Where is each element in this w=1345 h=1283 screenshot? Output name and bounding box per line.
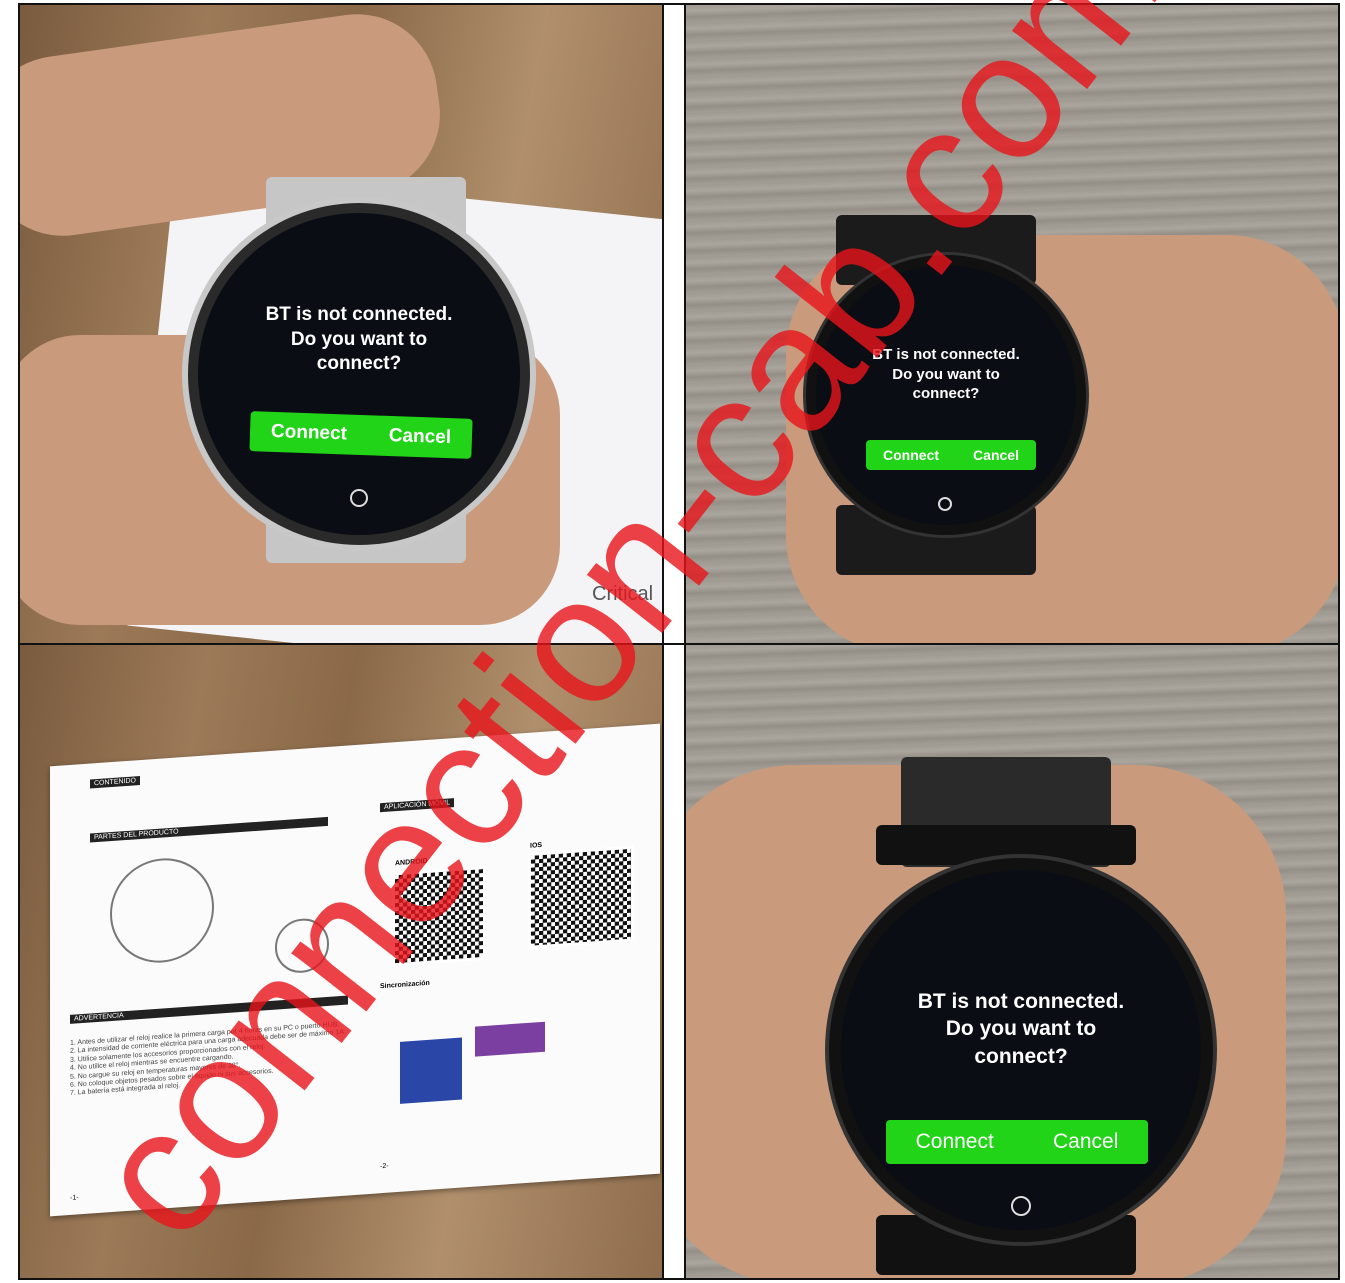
page-number-right: -2- xyxy=(380,1162,389,1171)
connect-button[interactable]: Connect xyxy=(883,447,939,463)
cancel-button[interactable]: Cancel xyxy=(388,425,451,449)
home-icon[interactable] xyxy=(938,497,952,511)
photo-black-watch-small: BT is not connected. Do you want to conn… xyxy=(686,5,1338,643)
ios-label: IOS xyxy=(530,841,543,850)
sincronizacion-label: Sincronización xyxy=(380,979,430,991)
home-icon[interactable] xyxy=(1011,1196,1031,1216)
watch-diagram xyxy=(110,854,214,967)
manual-warning-text: 1. Antes de utilizar el reloj realice la… xyxy=(70,1021,346,1098)
paper-critical-text: Critical xyxy=(592,583,654,605)
bt-message: BT is not connected. Do you want to conn… xyxy=(917,990,1125,1068)
button-bar: Connect Cancel xyxy=(249,411,473,459)
manual-booklet: CONTENIDO PARTES DEL PRODUCTO ADVERTENCI… xyxy=(50,723,660,1217)
connect-button[interactable]: Connect xyxy=(916,1130,994,1154)
watch-screen: BT is not connected. Do you want to conn… xyxy=(198,213,520,535)
photo-silver-watch: Critical BT is not connected. Do you wan… xyxy=(20,5,662,643)
button-bar: Connect Cancel xyxy=(886,1120,1148,1164)
cancel-button[interactable]: Cancel xyxy=(973,447,1019,463)
watch-lug xyxy=(876,825,1136,865)
button-bar: Connect Cancel xyxy=(866,440,1036,470)
photo-manual: CONTENIDO PARTES DEL PRODUCTO ADVERTENCI… xyxy=(20,645,662,1278)
app-icon xyxy=(400,1037,462,1104)
grid-divider-horizontal xyxy=(20,643,1338,645)
bt-message: BT is not connected. Do you want to conn… xyxy=(265,304,453,375)
photo-black-watch-large: BT is not connected. Do you want to conn… xyxy=(686,645,1338,1278)
android-label: ANDROID xyxy=(395,857,428,868)
cancel-button[interactable]: Cancel xyxy=(1053,1130,1118,1154)
home-icon[interactable] xyxy=(350,489,368,507)
watch-screen: BT is not connected. Do you want to conn… xyxy=(816,265,1076,525)
watch-back-diagram xyxy=(275,916,329,975)
grid-divider-vertical xyxy=(662,5,686,1278)
manual-partes: PARTES DEL PRODUCTO xyxy=(90,816,328,843)
manual-contenido: CONTENIDO xyxy=(90,776,140,789)
app-screenshot xyxy=(475,1021,545,1057)
connect-button[interactable]: Connect xyxy=(271,421,348,446)
bt-message: BT is not connected. Do you want to conn… xyxy=(872,346,1020,402)
manual-aplicacion: APLICACIÓN MÓVIL xyxy=(380,798,455,813)
manual-advertencia: ADVERTENCIA xyxy=(70,995,348,1024)
page-number-left: -1- xyxy=(70,1194,79,1202)
ios-qr-code xyxy=(528,845,634,949)
android-qr-code xyxy=(392,865,486,967)
watch-screen: BT is not connected. Do you want to conn… xyxy=(841,870,1201,1230)
photo-grid: Critical BT is not connected. Do you wan… xyxy=(18,3,1340,1280)
